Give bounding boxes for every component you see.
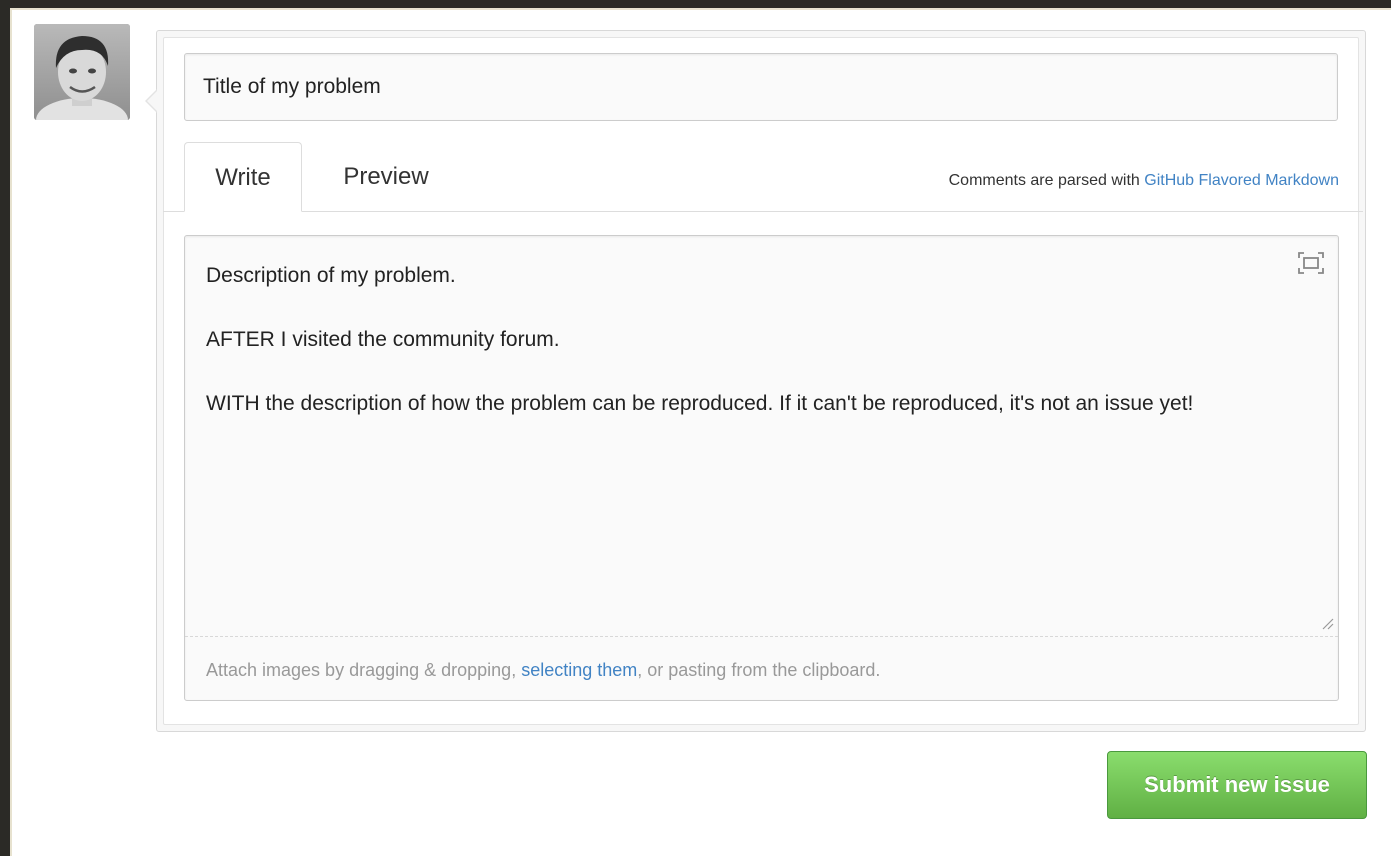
window-frame-left: [0, 0, 10, 856]
drag-drop-divider: [185, 636, 1338, 637]
submit-new-issue-button[interactable]: Submit new issue: [1107, 751, 1367, 819]
tab-preview[interactable]: Preview: [306, 142, 466, 212]
window-frame-top: [0, 0, 1391, 8]
issue-body-textarea[interactable]: Description of my problem. AFTER I visit…: [185, 236, 1338, 636]
write-area: Description of my problem. AFTER I visit…: [184, 235, 1339, 701]
markdown-help-link[interactable]: GitHub Flavored Markdown: [1144, 172, 1339, 189]
tab-write[interactable]: Write: [184, 142, 302, 212]
avatar-image: [34, 24, 130, 120]
select-images-link[interactable]: selecting them: [521, 660, 637, 680]
markdown-note: Comments are parsed with GitHub Flavored…: [949, 172, 1339, 190]
resize-grip-icon[interactable]: [1320, 616, 1334, 630]
window-frame-top-inner: [10, 8, 1391, 10]
markdown-note-text: Comments are parsed with: [948, 172, 1145, 189]
issue-title-input[interactable]: [184, 53, 1338, 121]
window-frame-left-inner: [10, 8, 12, 856]
attach-images-note: Attach images by dragging & dropping, se…: [206, 660, 880, 681]
avatar-pointer-inner: [147, 90, 158, 112]
avatar[interactable]: [34, 24, 130, 120]
attach-note-prefix: Attach images by dragging & dropping,: [206, 660, 522, 680]
attach-note-suffix: , or pasting from the clipboard.: [637, 660, 881, 680]
fullscreen-icon[interactable]: [1296, 250, 1326, 276]
